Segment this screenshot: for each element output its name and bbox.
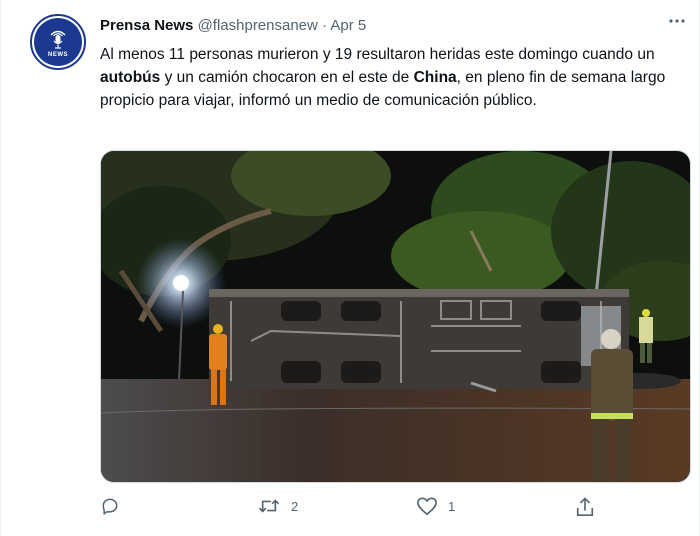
tweet-actions: 2 1 [0,496,700,526]
text-segment: Al menos 11 personas murieron y 19 resul… [100,46,655,63]
hashtag-bold: autobús [100,69,161,86]
share-button[interactable] [575,496,595,518]
avatar[interactable]: NEWS [30,14,86,70]
retweet-icon [258,499,280,513]
timestamp[interactable]: Apr 5 [330,17,366,34]
heart-icon [417,497,437,515]
avatar-logo: NEWS [34,18,82,66]
comment-icon [102,498,118,515]
hashtag-bold: China [413,69,457,86]
like-count: 1 [448,498,456,514]
display-name[interactable]: Prensa News [100,17,193,34]
retweet-button[interactable]: 2 [257,496,298,516]
reply-button[interactable] [100,496,130,516]
handle[interactable]: @flashprensanew [198,17,318,34]
avatar-label: NEWS [48,51,68,58]
microphone-icon [50,30,66,49]
text-segment: y un camión chocaron en el este de [160,69,414,86]
divider [0,0,1,536]
tweet-header: Prensa News @flashprensanew · Apr 5 [100,16,366,36]
tweet-card[interactable]: NEWS Prensa News @flashprensanew · Apr 5… [0,0,700,536]
tweet-text: Al menos 11 personas murieron y 19 resul… [100,43,690,112]
more-horizontal-icon[interactable] [668,12,686,35]
tweet-photo[interactable] [100,150,691,483]
like-button[interactable]: 1 [416,496,455,516]
share-icon [576,497,594,516]
separator: · [322,17,328,34]
retweet-count: 2 [291,498,299,514]
